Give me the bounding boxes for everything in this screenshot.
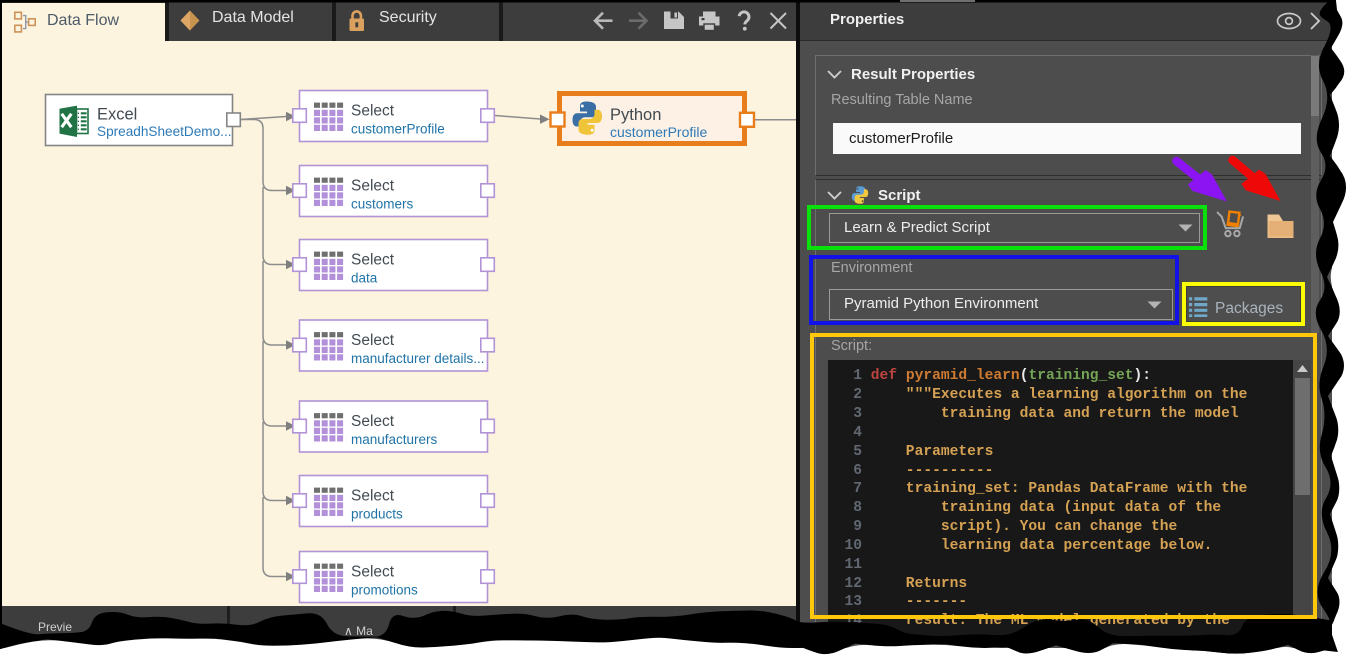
svg-text:products: products: [351, 507, 403, 522]
svg-text:Select: Select: [351, 413, 395, 430]
svg-text:Select: Select: [351, 252, 395, 269]
svg-text:customers: customers: [351, 197, 414, 212]
svg-text:Select: Select: [351, 178, 395, 195]
svg-text:SpreadhSheetDemo...: SpreadhSheetDemo...: [97, 124, 232, 139]
svg-text:Select: Select: [351, 103, 395, 120]
svg-text:Select: Select: [351, 332, 395, 349]
svg-text:customerProfile: customerProfile: [351, 122, 445, 137]
svg-text:data: data: [351, 271, 378, 286]
svg-text:manufacturers: manufacturers: [351, 432, 438, 447]
svg-text:manufacturer details...: manufacturer details...: [351, 351, 485, 366]
svg-text:Select: Select: [351, 564, 395, 581]
svg-text:Excel: Excel: [97, 106, 137, 124]
svg-text:promotions: promotions: [351, 583, 418, 598]
svg-text:customerProfile: customerProfile: [610, 124, 707, 140]
svg-text:Select: Select: [351, 488, 395, 505]
svg-text:Python: Python: [610, 106, 661, 124]
